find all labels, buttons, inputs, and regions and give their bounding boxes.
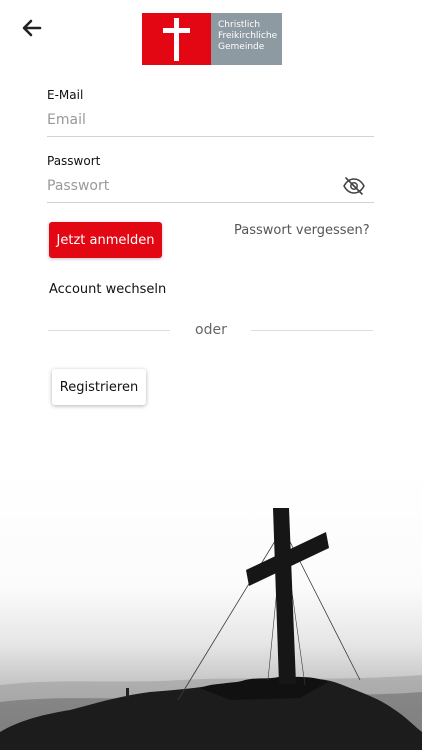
eye-off-icon <box>343 177 365 195</box>
divider-label: oder <box>195 322 227 338</box>
register-button[interactable]: Registrieren <box>52 369 146 405</box>
login-button[interactable]: Jetzt anmelden <box>49 222 162 258</box>
church-logo: Christlich Freikirchliche Gemeinde <box>142 13 282 65</box>
password-visibility-toggle[interactable] <box>343 177 365 195</box>
logo-line-1: Christlich <box>218 20 261 30</box>
logo-line-3: Gemeinde <box>218 42 265 52</box>
logo-line-2: Freikirchliche <box>218 31 278 41</box>
logo-text-panel: Christlich Freikirchliche Gemeinde <box>211 13 282 65</box>
arrow-left-icon <box>22 19 42 37</box>
forgot-password-link[interactable]: Passwort vergessen? <box>234 223 370 238</box>
password-field[interactable] <box>47 178 374 203</box>
divider-left <box>48 330 170 331</box>
logo-cross-panel <box>142 13 211 65</box>
switch-account-link[interactable]: Account wechseln <box>49 282 166 297</box>
email-label: E-Mail <box>47 88 84 102</box>
summit-cross-image <box>0 470 422 750</box>
password-label: Passwort <box>47 154 101 168</box>
cross-icon <box>163 18 190 61</box>
back-button[interactable] <box>20 16 44 40</box>
email-field[interactable] <box>47 112 374 137</box>
divider-right <box>251 330 373 331</box>
